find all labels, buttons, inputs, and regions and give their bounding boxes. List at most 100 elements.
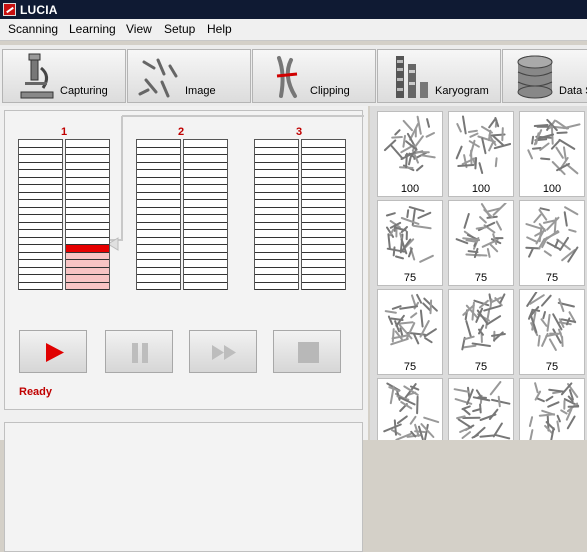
magazine-slot[interactable] — [255, 230, 298, 238]
metaphase-thumbnail[interactable]: 100 — [519, 111, 585, 197]
magazine-slot[interactable] — [302, 155, 345, 163]
magazine-3-right-column[interactable] — [301, 139, 346, 290]
magazine-slot[interactable] — [184, 163, 227, 171]
magazine-slot[interactable] — [19, 200, 62, 208]
magazine-slot[interactable] — [137, 140, 180, 148]
magazine-slot[interactable] — [19, 268, 62, 276]
magazine-slot[interactable] — [255, 200, 298, 208]
metaphase-thumbnail[interactable]: 75 — [377, 289, 443, 375]
magazine-slot[interactable] — [66, 185, 109, 193]
magazine-slot[interactable] — [137, 260, 180, 268]
magazine-slot[interactable] — [66, 275, 109, 283]
magazine-slot[interactable] — [255, 170, 298, 178]
magazine-slot[interactable] — [66, 140, 109, 148]
magazine-slot[interactable] — [66, 148, 109, 156]
magazine-slot[interactable] — [19, 238, 62, 246]
karyogram-button[interactable]: Karyogram — [377, 49, 501, 103]
magazine-slot[interactable] — [184, 185, 227, 193]
metaphase-thumbnail[interactable]: 75 — [519, 200, 585, 286]
magazine-slot[interactable] — [66, 163, 109, 171]
magazine-slot[interactable] — [19, 275, 62, 283]
magazine-slot[interactable] — [302, 260, 345, 268]
magazine-1-left-column[interactable] — [18, 139, 63, 290]
magazine-slot[interactable] — [19, 215, 62, 223]
magazine-slot[interactable] — [255, 193, 298, 201]
magazine-slot[interactable] — [19, 245, 62, 253]
magazine-slot[interactable] — [66, 245, 109, 253]
magazine-slot[interactable] — [302, 230, 345, 238]
magazine-slot[interactable] — [184, 260, 227, 268]
magazine-slot[interactable] — [66, 223, 109, 231]
magazine-slot[interactable] — [137, 148, 180, 156]
magazine-slot[interactable] — [302, 215, 345, 223]
magazine-slot[interactable] — [19, 148, 62, 156]
magazine-slot[interactable] — [184, 170, 227, 178]
magazine-slot[interactable] — [137, 223, 180, 231]
magazine-slot[interactable] — [19, 178, 62, 186]
magazine-slot[interactable] — [255, 163, 298, 171]
magazine-slot[interactable] — [184, 178, 227, 186]
metaphase-thumbnail[interactable] — [519, 378, 585, 440]
magazine-slot[interactable] — [137, 200, 180, 208]
magazine-2-right-column[interactable] — [183, 139, 228, 290]
magazine-slot[interactable] — [302, 163, 345, 171]
magazine-slot[interactable] — [19, 193, 62, 201]
magazine-slot[interactable] — [66, 283, 109, 291]
magazine-slot[interactable] — [184, 238, 227, 246]
metaphase-thumbnail[interactable] — [448, 378, 514, 440]
magazine-slot[interactable] — [137, 215, 180, 223]
magazine-slot[interactable] — [137, 170, 180, 178]
magazine-slot[interactable] — [302, 148, 345, 156]
metaphase-thumbnail[interactable]: 75 — [519, 289, 585, 375]
magazine-slot[interactable] — [19, 163, 62, 171]
magazine-slot[interactable] — [302, 253, 345, 261]
magazine-slot[interactable] — [302, 140, 345, 148]
magazine-slot[interactable] — [137, 230, 180, 238]
play-button[interactable] — [19, 330, 87, 373]
magazine-slot[interactable] — [66, 253, 109, 261]
magazine-slot[interactable] — [184, 253, 227, 261]
magazine-slot[interactable] — [19, 208, 62, 216]
magazine-slot[interactable] — [66, 260, 109, 268]
magazine-slot[interactable] — [137, 275, 180, 283]
magazine-slot[interactable] — [255, 178, 298, 186]
magazine-slot[interactable] — [184, 193, 227, 201]
magazine-slot[interactable] — [255, 275, 298, 283]
magazine-slot[interactable] — [255, 185, 298, 193]
magazine-slot[interactable] — [184, 245, 227, 253]
magazine-slot[interactable] — [302, 170, 345, 178]
magazine-slot[interactable] — [302, 185, 345, 193]
magazine-slot[interactable] — [255, 238, 298, 246]
magazine-slot[interactable] — [137, 185, 180, 193]
magazine-slot[interactable] — [66, 193, 109, 201]
magazine-slot[interactable] — [255, 140, 298, 148]
magazine-slot[interactable] — [255, 260, 298, 268]
magazine-slot[interactable] — [302, 245, 345, 253]
metaphase-thumbnail[interactable]: 75 — [377, 200, 443, 286]
magazine-slot[interactable] — [184, 268, 227, 276]
magazine-slot[interactable] — [302, 275, 345, 283]
metaphase-thumbnail[interactable]: 100 — [448, 111, 514, 197]
magazine-slot[interactable] — [19, 230, 62, 238]
magazine-slot[interactable] — [255, 245, 298, 253]
magazine-slot[interactable] — [66, 178, 109, 186]
magazine-slot[interactable] — [66, 208, 109, 216]
magazine-slot[interactable] — [302, 223, 345, 231]
magazine-slot[interactable] — [255, 268, 298, 276]
magazine-slot[interactable] — [137, 253, 180, 261]
magazine-slot[interactable] — [184, 215, 227, 223]
magazine-slot[interactable] — [137, 268, 180, 276]
magazine-slot[interactable] — [137, 208, 180, 216]
magazine-slot[interactable] — [19, 223, 62, 231]
magazine-slot[interactable] — [302, 193, 345, 201]
pause-button[interactable] — [105, 330, 173, 373]
metaphase-thumbnail[interactable]: 75 — [448, 200, 514, 286]
magazine-slot[interactable] — [19, 253, 62, 261]
magazine-slot[interactable] — [19, 155, 62, 163]
magazine-slot[interactable] — [302, 283, 345, 291]
magazine-slot[interactable] — [66, 268, 109, 276]
metaphase-thumbnail[interactable]: 100 — [377, 111, 443, 197]
magazine-slot[interactable] — [66, 230, 109, 238]
magazine-slot[interactable] — [302, 200, 345, 208]
magazine-slot[interactable] — [184, 155, 227, 163]
